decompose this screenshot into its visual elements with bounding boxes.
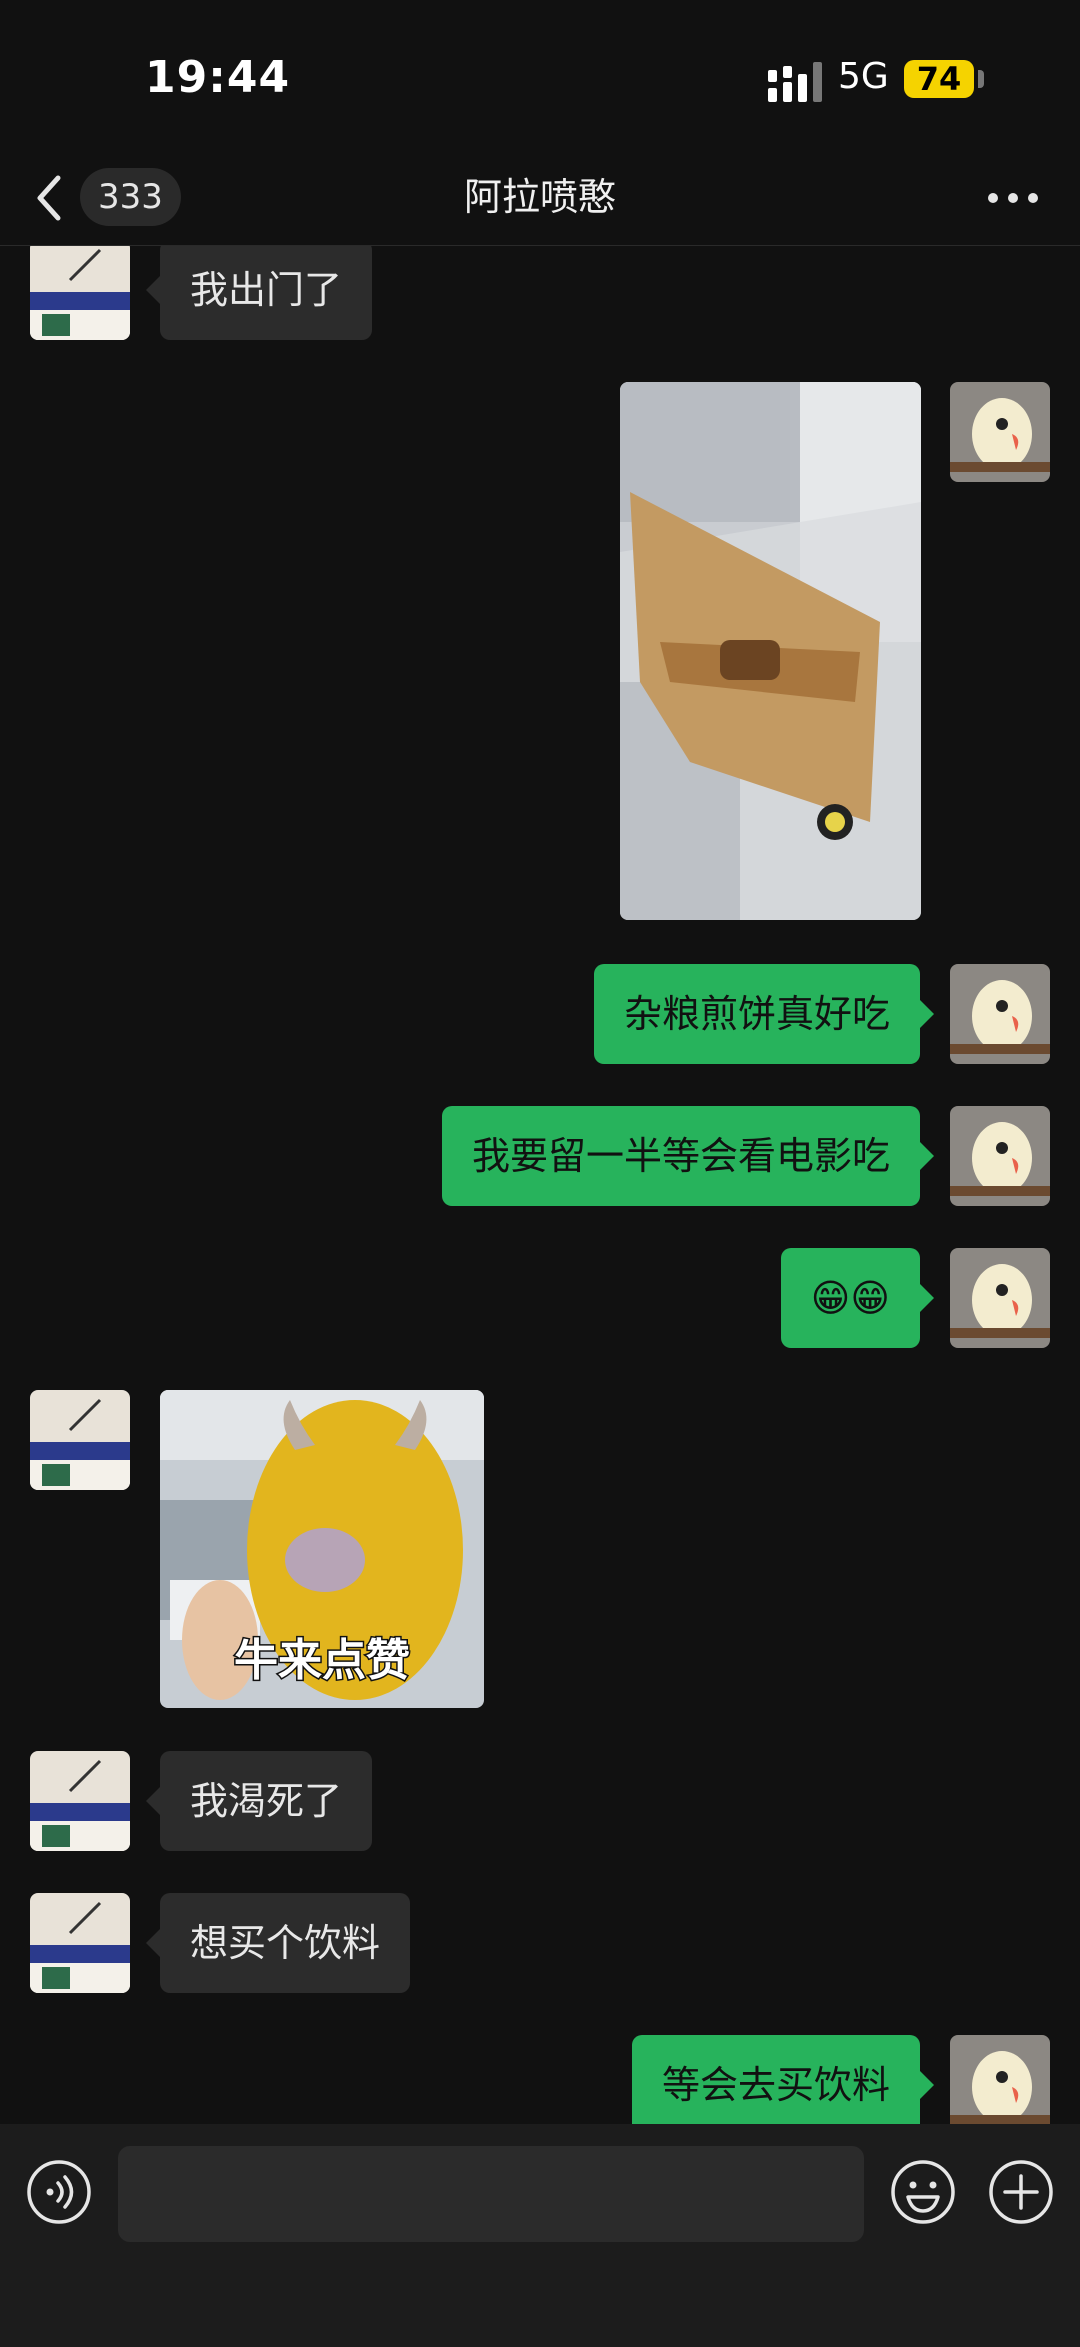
chat-header: 333 阿拉喷憨 — [0, 150, 1080, 246]
message-bubble-outgoing[interactable]: 😁😁 — [780, 1248, 935, 1348]
contact-avatar[interactable] — [30, 1893, 130, 1993]
sticker-message[interactable]: 牛来点赞 — [160, 1390, 484, 1708]
battery-tip — [978, 70, 984, 88]
emoji-icon[interactable] — [890, 2159, 956, 2225]
message-bubble-incoming[interactable]: 我出门了 — [145, 246, 373, 340]
sticker-caption: 牛来点赞 — [234, 1635, 410, 1686]
status-bar: 19:44 5G 74 — [0, 0, 1080, 150]
signal-icon — [768, 62, 822, 102]
message-input[interactable] — [118, 2146, 864, 2242]
battery-level: 74 — [904, 60, 974, 98]
chat-title: 阿拉喷憨 — [463, 175, 616, 219]
contact-avatar[interactable] — [30, 1390, 130, 1490]
status-time: 19:44 — [145, 52, 291, 103]
message-bubble-outgoing[interactable]: 等会去买饮料 — [631, 2035, 935, 2124]
my-avatar[interactable] — [950, 1248, 1050, 1348]
plus-icon[interactable] — [988, 2159, 1054, 2225]
my-avatar[interactable] — [950, 2035, 1050, 2124]
my-avatar[interactable] — [950, 964, 1050, 1064]
my-avatar[interactable] — [950, 382, 1050, 482]
voice-icon[interactable] — [26, 2159, 92, 2225]
input-bar — [0, 2124, 1080, 2347]
message-bubble-incoming[interactable]: 我渴死了 — [145, 1751, 373, 1851]
message-list[interactable]: 我出门了 杂粮煎饼真好吃 我要留一半等会看电影吃 😁😁 牛来点赞 我渴死了 想买… — [0, 246, 1080, 2124]
network-type: 5G — [838, 56, 889, 97]
contact-avatar[interactable] — [30, 246, 130, 340]
message-bubble-outgoing[interactable]: 我要留一半等会看电影吃 — [441, 1106, 935, 1206]
message-bubble-incoming[interactable]: 想买个饮料 — [145, 1893, 411, 1993]
more-dots-icon[interactable] — [985, 180, 1041, 216]
message-bubble-outgoing[interactable]: 杂粮煎饼真好吃 — [593, 964, 935, 1064]
contact-avatar[interactable] — [30, 1751, 130, 1851]
my-avatar[interactable] — [950, 1106, 1050, 1206]
photo-message[interactable] — [620, 382, 921, 920]
